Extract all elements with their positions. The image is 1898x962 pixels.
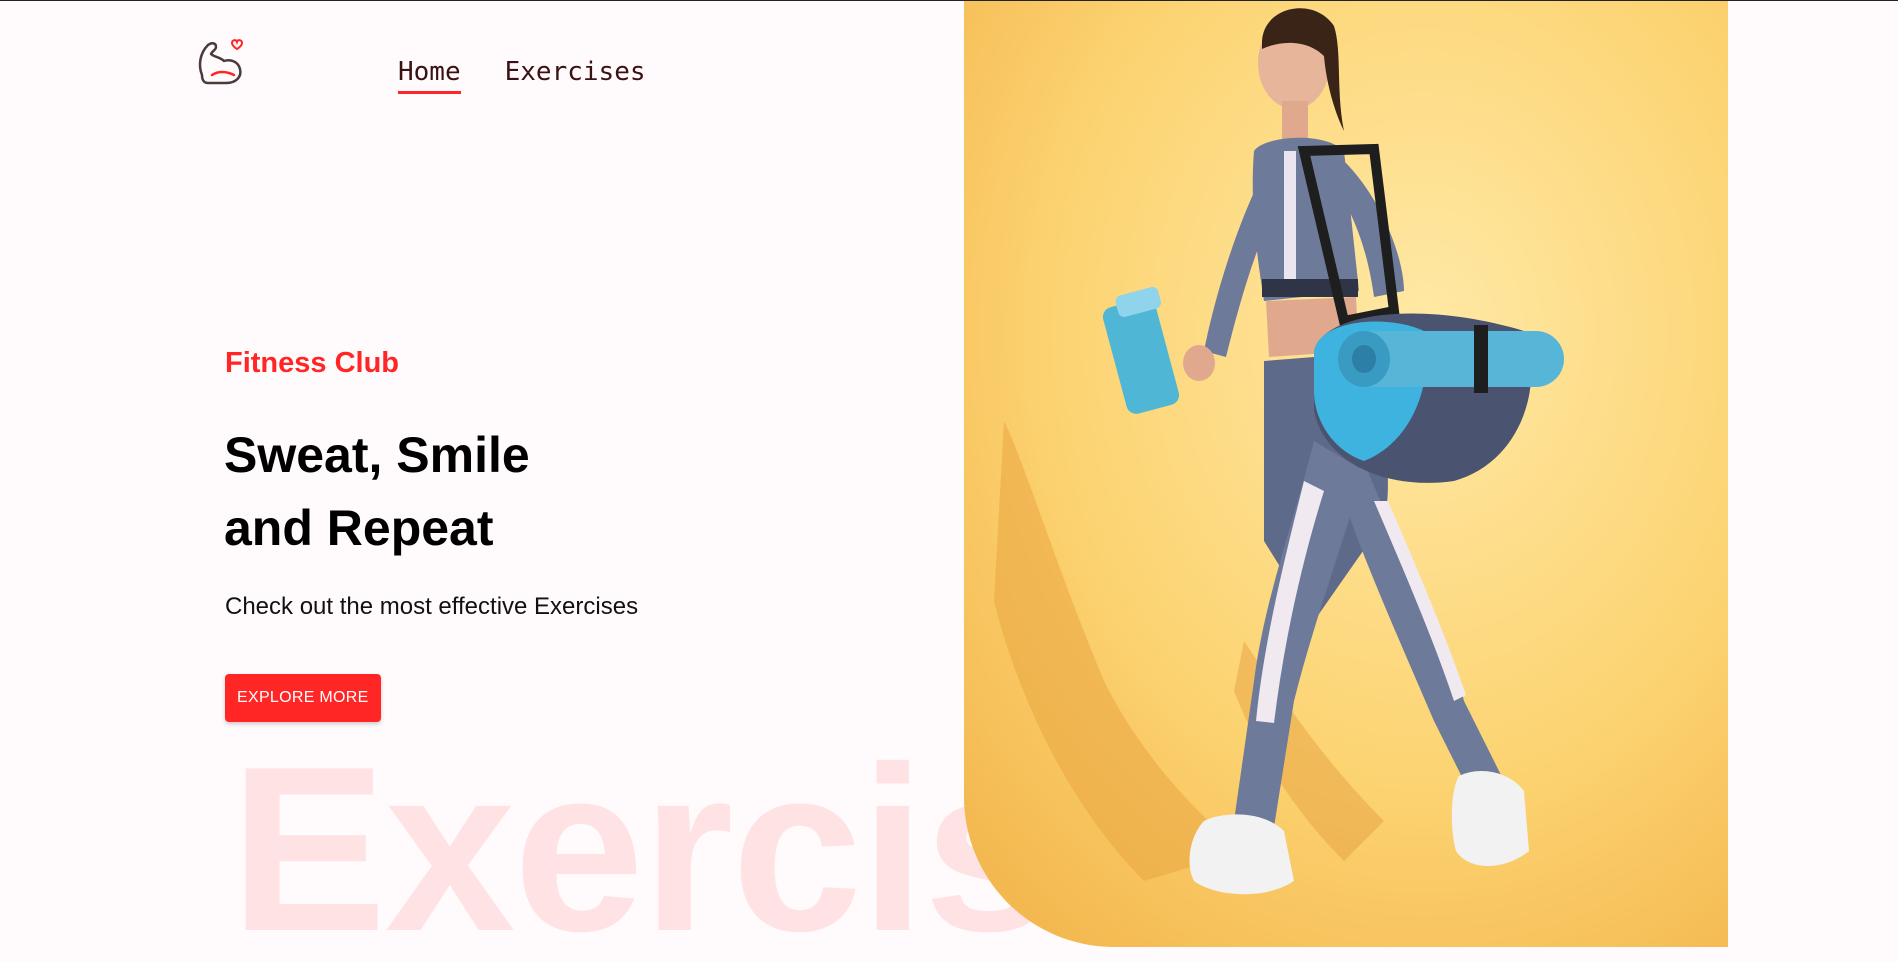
hero-headline-line1: Sweat, Smile (224, 427, 530, 483)
hero-headline-line2: and Repeat (224, 500, 494, 556)
hero-headline: Sweat, Smile and Repeat (224, 419, 744, 565)
explore-more-button[interactable]: EXPLORE MORE (225, 674, 381, 722)
nav-link-exercises[interactable]: Exercises (505, 57, 646, 94)
nav-link-home[interactable]: Home (398, 57, 461, 94)
hero-subtitle: Check out the most effective Exercises (225, 593, 639, 620)
woman-walking-illustration (964, 1, 1728, 947)
watermark-text: Exercis (230, 717, 1054, 962)
hero-eyebrow: Fitness Club (225, 347, 400, 379)
hero-banner-image (964, 1, 1728, 947)
main-nav: Home Exercises (398, 57, 646, 94)
logo[interactable] (190, 35, 248, 93)
flexed-arm-heart-icon (198, 39, 244, 85)
page: Home Exercises Fitness Club Sweat, Smile… (0, 0, 1898, 962)
